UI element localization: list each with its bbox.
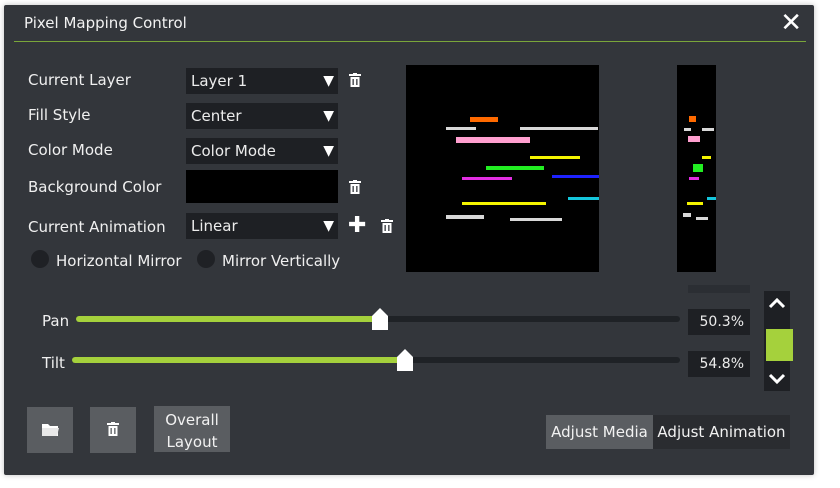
pixel-bar bbox=[446, 215, 484, 219]
pixel-bar bbox=[530, 156, 580, 159]
value-box-top bbox=[688, 285, 750, 293]
pixel-bar bbox=[510, 218, 562, 221]
delete-button[interactable] bbox=[90, 407, 136, 453]
tilt-slider-thumb[interactable] bbox=[397, 349, 413, 371]
chevron-up-icon[interactable] bbox=[764, 291, 790, 317]
folder-icon bbox=[42, 424, 59, 436]
pixel-bar bbox=[707, 197, 716, 200]
current-layer-value: Layer 1 bbox=[191, 72, 248, 90]
current-animation-label: Current Animation bbox=[28, 218, 166, 236]
pixel-bar bbox=[693, 164, 703, 172]
color-mode-label: Color Mode bbox=[28, 141, 113, 159]
pixel-bar bbox=[462, 202, 546, 205]
pixel-bar bbox=[684, 128, 691, 131]
overall-layout-line2: Layout bbox=[166, 433, 218, 451]
trash-icon[interactable] bbox=[349, 180, 361, 194]
tilt-label: Tilt bbox=[42, 354, 65, 372]
pixel-bar bbox=[520, 127, 598, 130]
pixel-bar bbox=[446, 127, 476, 130]
pan-value-field[interactable]: 50.3% bbox=[688, 309, 750, 335]
open-folder-button[interactable] bbox=[27, 407, 73, 453]
dropdown-arrow-icon: ▼ bbox=[323, 108, 334, 124]
trash-icon[interactable] bbox=[381, 219, 393, 233]
pan-label: Pan bbox=[42, 312, 70, 330]
fill-style-value: Center bbox=[191, 107, 242, 125]
pixel-bar bbox=[552, 175, 599, 178]
current-layer-label: Current Layer bbox=[28, 71, 131, 89]
trash-icon[interactable] bbox=[349, 73, 361, 87]
pan-slider-fill bbox=[76, 316, 380, 322]
mirror-vertically-radio[interactable] bbox=[197, 250, 215, 268]
pixel-bar bbox=[687, 202, 703, 205]
dialog-title: Pixel Mapping Control bbox=[24, 14, 187, 32]
pixel-bar bbox=[456, 137, 530, 143]
pixel-bar bbox=[486, 166, 544, 170]
horizontal-mirror-label: Horizontal Mirror bbox=[56, 252, 182, 270]
pixel-bar bbox=[696, 217, 708, 220]
pixel-bar bbox=[683, 213, 691, 217]
vertical-spinner bbox=[764, 291, 793, 391]
background-color-label: Background Color bbox=[28, 178, 162, 196]
title-divider bbox=[14, 41, 806, 42]
pixel-bar bbox=[689, 116, 696, 122]
current-animation-value: Linear bbox=[191, 217, 238, 235]
pixel-bar bbox=[462, 177, 512, 180]
tab-adjust-media[interactable]: Adjust Media bbox=[546, 415, 653, 449]
pan-slider[interactable] bbox=[76, 308, 680, 330]
dropdown-arrow-icon: ▼ bbox=[323, 218, 334, 234]
tab-adjust-animation[interactable]: Adjust Animation bbox=[653, 415, 790, 449]
background-color-swatch[interactable] bbox=[186, 170, 338, 203]
pixel-bar bbox=[568, 197, 599, 200]
dropdown-arrow-icon: ▼ bbox=[323, 143, 334, 159]
horizontal-mirror-radio[interactable] bbox=[31, 250, 49, 268]
chevron-down-icon[interactable] bbox=[764, 365, 790, 391]
pixel-bar bbox=[702, 128, 714, 131]
color-mode-select[interactable]: Color Mode ▼ bbox=[186, 138, 338, 164]
pan-slider-thumb[interactable] bbox=[372, 308, 388, 330]
dropdown-arrow-icon: ▼ bbox=[323, 73, 334, 89]
pixel-bar bbox=[702, 156, 711, 159]
spinner-level-indicator bbox=[766, 329, 793, 361]
current-animation-select[interactable]: Linear ▼ bbox=[186, 213, 338, 239]
pixel-bar bbox=[689, 177, 699, 180]
mirror-vertically-label: Mirror Vertically bbox=[222, 252, 341, 270]
pixel-mapping-dialog: Pixel Mapping Control ✕ Current Layer La… bbox=[4, 5, 814, 475]
tilt-slider[interactable] bbox=[72, 349, 680, 371]
current-layer-select[interactable]: Layer 1 ▼ bbox=[186, 68, 338, 94]
fill-style-label: Fill Style bbox=[28, 106, 91, 124]
pixel-map-preview bbox=[406, 65, 599, 272]
pixel-bar bbox=[688, 136, 700, 142]
trash-icon bbox=[107, 422, 119, 436]
tilt-slider-fill bbox=[72, 357, 405, 363]
tilt-value-field[interactable]: 54.8% bbox=[688, 351, 750, 377]
add-animation-icon[interactable]: ✚ bbox=[348, 215, 366, 237]
overall-layout-button[interactable]: Overall Layout bbox=[154, 406, 230, 452]
close-icon[interactable]: ✕ bbox=[780, 8, 802, 38]
color-mode-value: Color Mode bbox=[191, 142, 276, 160]
fill-style-select[interactable]: Center ▼ bbox=[186, 103, 338, 129]
pixel-bar bbox=[470, 117, 498, 122]
overall-layout-line1: Overall bbox=[165, 411, 219, 429]
pixel-map-strip-preview bbox=[677, 65, 716, 272]
